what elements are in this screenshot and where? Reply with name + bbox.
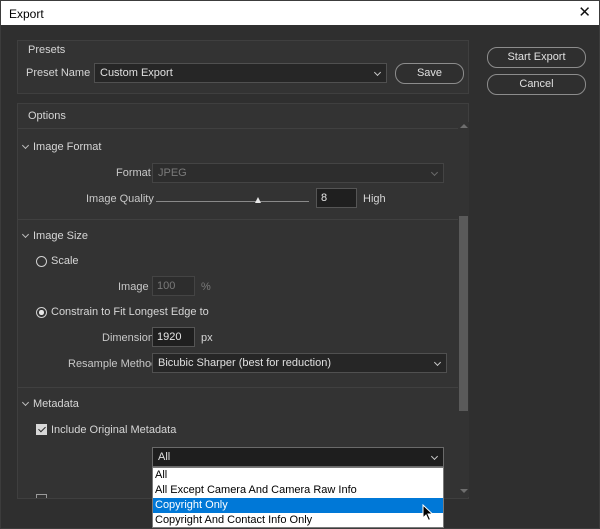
dropdown-option[interactable]: All Except Camera And Camera Raw Info	[153, 483, 443, 498]
scroll-up-icon[interactable]	[460, 124, 468, 128]
format-select: JPEG	[152, 163, 444, 183]
section-divider	[18, 387, 458, 388]
image-quality-text: High	[363, 193, 386, 205]
image-quality-input[interactable]: 8	[316, 188, 357, 208]
chevron-down-icon	[433, 358, 442, 367]
image-size-heading[interactable]: Image Size	[33, 230, 88, 242]
include-metadata-checkbox[interactable]	[36, 424, 47, 435]
image-format-heading[interactable]: Image Format	[33, 141, 101, 153]
scroll-down-icon[interactable]	[460, 489, 468, 493]
scale-label[interactable]: Scale	[51, 255, 79, 267]
metadata-select[interactable]: All	[152, 447, 444, 467]
preset-name-label: Preset Name	[26, 67, 91, 79]
mouse-cursor-icon	[422, 504, 434, 522]
chevron-down-icon	[430, 168, 439, 177]
window-title: Export	[9, 7, 44, 21]
start-export-button[interactable]: Start Export	[487, 47, 586, 68]
metadata-dropdown-list: All All Except Camera And Camera Raw Info…	[152, 467, 444, 528]
dimension-input[interactable]: 1920	[152, 327, 195, 347]
chevron-down-icon	[430, 452, 439, 461]
format-label: Format	[116, 167, 151, 179]
chevron-down-icon	[373, 68, 382, 77]
constrain-radio[interactable]	[36, 307, 47, 318]
options-heading: Options	[28, 110, 66, 122]
resample-method-value: Bicubic Sharper (best for reduction)	[158, 357, 332, 369]
save-button[interactable]: Save	[395, 63, 464, 84]
format-value: JPEG	[158, 167, 187, 179]
image-label: Image	[118, 281, 149, 293]
image-quality-slider-thumb[interactable]	[254, 197, 261, 203]
dropdown-option[interactable]: All	[153, 468, 443, 483]
dimension-label: Dimension	[102, 332, 154, 344]
constrain-label[interactable]: Constrain to Fit Longest Edge to	[51, 306, 209, 318]
scale-radio[interactable]	[36, 256, 47, 267]
presets-heading: Presets	[28, 44, 66, 56]
percent-unit: %	[201, 281, 211, 293]
image-quality-label: Image Quality	[86, 193, 154, 205]
px-unit: px	[201, 332, 213, 344]
metadata-heading[interactable]: Metadata	[33, 398, 79, 410]
metadata-select-value: All	[158, 451, 171, 463]
image-scale-input: 100	[152, 276, 195, 296]
preset-name-select[interactable]: Custom Export	[94, 63, 387, 83]
title-bar: Export ✕	[0, 0, 600, 25]
cancel-button[interactable]: Cancel	[487, 74, 586, 95]
image-quality-slider-track[interactable]	[156, 201, 309, 202]
dropdown-option[interactable]: Copyright Only	[153, 498, 443, 513]
hidden-checkbox	[36, 494, 47, 498]
dropdown-option[interactable]: Copyright And Contact Info Only	[153, 513, 443, 528]
section-divider	[18, 219, 458, 220]
include-metadata-label[interactable]: Include Original Metadata	[51, 424, 176, 436]
close-icon[interactable]: ✕	[578, 4, 591, 22]
scrollbar-thumb[interactable]	[459, 216, 468, 411]
preset-name-value: Custom Export	[100, 67, 173, 79]
resample-method-label: Resample Method	[68, 358, 158, 370]
resample-method-select[interactable]: Bicubic Sharper (best for reduction)	[152, 353, 447, 373]
options-divider	[18, 128, 458, 129]
